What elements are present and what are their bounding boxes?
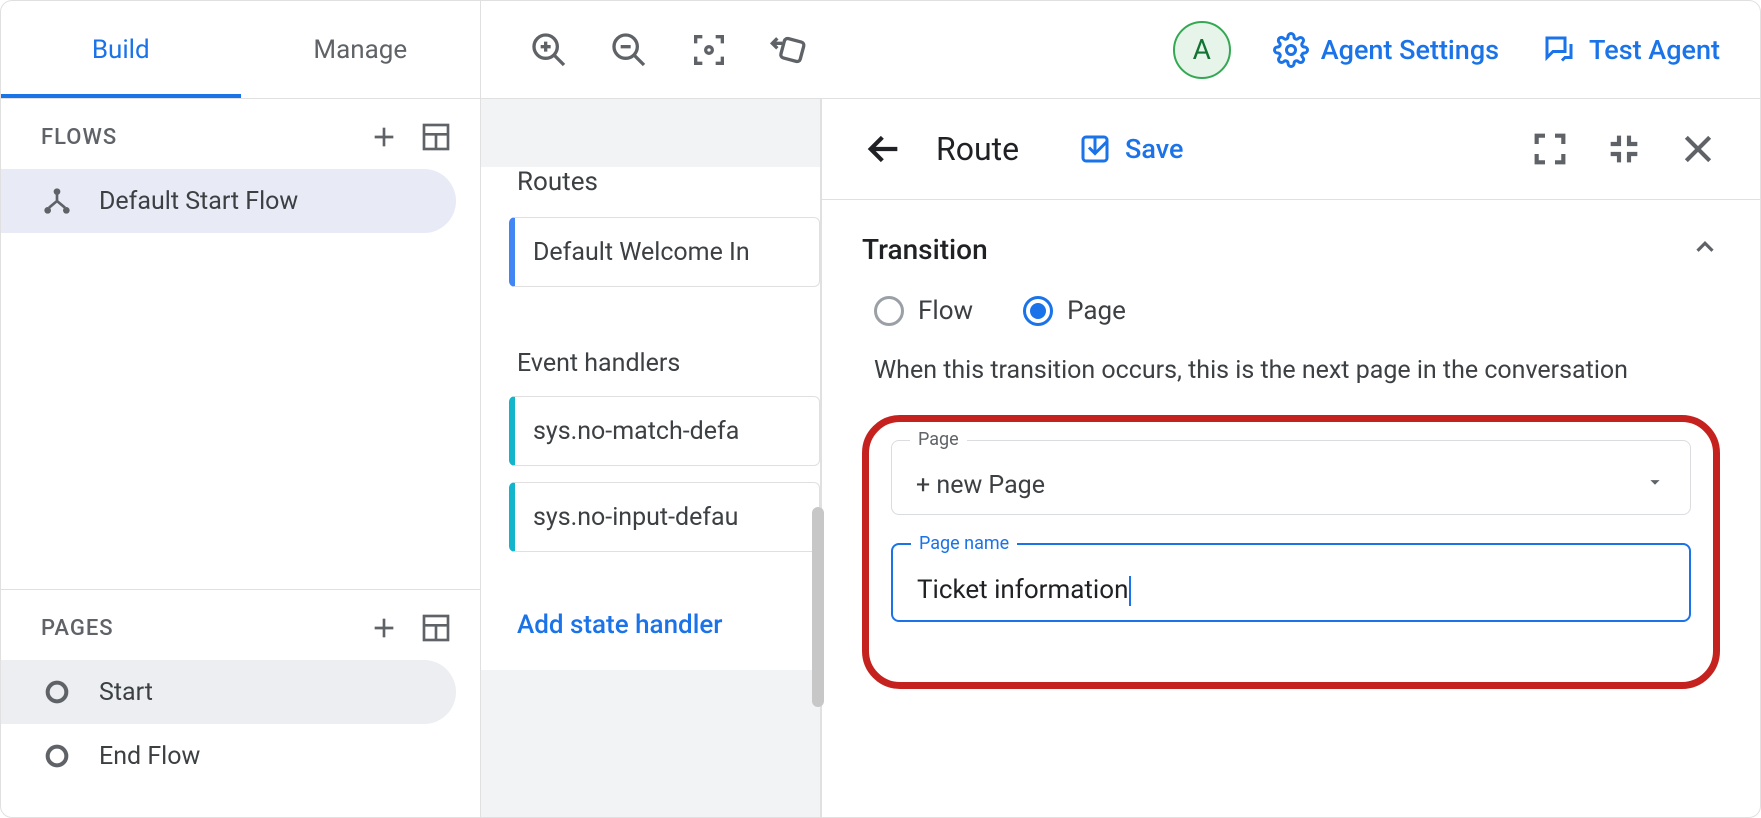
page-item-label: Start <box>99 678 153 707</box>
sidebar: FLOWS Default Start Flow PAGES <box>1 99 481 817</box>
chat-icon <box>1541 32 1577 68</box>
page-item-label: End Flow <box>99 742 200 771</box>
save-icon <box>1077 131 1113 167</box>
fit-view-icon[interactable] <box>685 26 733 74</box>
test-agent-label: Test Agent <box>1589 34 1720 66</box>
event-handler-item[interactable]: sys.no-match-defa <box>509 396 820 466</box>
add-page-icon[interactable] <box>364 608 404 648</box>
pages-header: PAGES <box>1 590 480 660</box>
build-manage-tabs: Build Manage <box>1 1 481 98</box>
scrollbar-thumb[interactable] <box>812 507 824 707</box>
radio-page-label: Page <box>1067 296 1126 326</box>
flow-item-default-start[interactable]: Default Start Flow <box>1 169 456 233</box>
page-select-value: + new Page <box>916 471 1045 500</box>
tab-build[interactable]: Build <box>1 1 241 98</box>
test-agent-button[interactable]: Test Agent <box>1541 32 1720 68</box>
page-start-icon <box>41 676 73 708</box>
zoom-out-icon[interactable] <box>605 26 653 74</box>
flow-item-label: Default Start Flow <box>99 187 298 216</box>
radio-flow[interactable]: Flow <box>874 296 973 326</box>
flow-tree-icon <box>41 185 73 217</box>
zoom-in-icon[interactable] <box>525 26 573 74</box>
page-select-label: Page <box>910 429 967 450</box>
transition-description: When this transition occurs, this is the… <box>862 356 1720 407</box>
page-end-icon <box>41 740 73 772</box>
agent-settings-button[interactable]: Agent Settings <box>1273 32 1499 68</box>
avatar[interactable]: A <box>1173 21 1231 79</box>
add-state-handler-button[interactable]: Add state handler <box>481 580 820 670</box>
page-name-field[interactable]: Page name Ticket information <box>891 543 1691 622</box>
chevron-up-icon <box>1690 232 1720 266</box>
reset-rotation-icon[interactable] <box>765 26 813 74</box>
flows-header: FLOWS <box>1 99 480 169</box>
gear-icon <box>1273 32 1309 68</box>
page-name-value: Ticket information <box>917 575 1128 605</box>
route-panel: Route Save Transition <box>821 99 1760 817</box>
close-icon[interactable] <box>1674 125 1722 173</box>
page-select[interactable]: Page + new Page <box>891 440 1691 515</box>
event-handlers-header: Event handlers <box>481 315 820 396</box>
tab-manage[interactable]: Manage <box>241 1 481 98</box>
exit-fullscreen-icon[interactable] <box>1600 125 1648 173</box>
pages-grid-icon[interactable] <box>416 608 456 648</box>
dropdown-caret-icon <box>1644 471 1666 500</box>
transition-title: Transition <box>862 233 988 266</box>
agent-settings-label: Agent Settings <box>1321 34 1499 66</box>
back-arrow-icon[interactable] <box>860 125 908 173</box>
pages-header-label: PAGES <box>41 616 114 641</box>
page-item-end-flow[interactable]: End Flow <box>1 724 456 788</box>
flows-header-label: FLOWS <box>41 125 117 150</box>
page-name-label: Page name <box>911 533 1017 554</box>
annotation-highlight: Page + new Page Page name Ticket informa… <box>862 415 1720 689</box>
add-flow-icon[interactable] <box>364 117 404 157</box>
save-label: Save <box>1125 133 1183 165</box>
middle-column: Routes Default Welcome In Event handlers… <box>481 99 821 817</box>
flows-grid-icon[interactable] <box>416 117 456 157</box>
text-caret <box>1129 576 1131 606</box>
panel-title: Route <box>936 130 1019 168</box>
transition-section-header[interactable]: Transition <box>862 232 1720 266</box>
page-item-start[interactable]: Start <box>1 660 456 724</box>
event-handler-item[interactable]: sys.no-input-defau <box>509 482 820 552</box>
fullscreen-icon[interactable] <box>1526 125 1574 173</box>
routes-header: Routes <box>481 167 820 217</box>
radio-page[interactable]: Page <box>1023 296 1126 326</box>
route-item[interactable]: Default Welcome In <box>509 217 820 287</box>
radio-flow-label: Flow <box>918 296 973 326</box>
save-button[interactable]: Save <box>1077 131 1183 167</box>
